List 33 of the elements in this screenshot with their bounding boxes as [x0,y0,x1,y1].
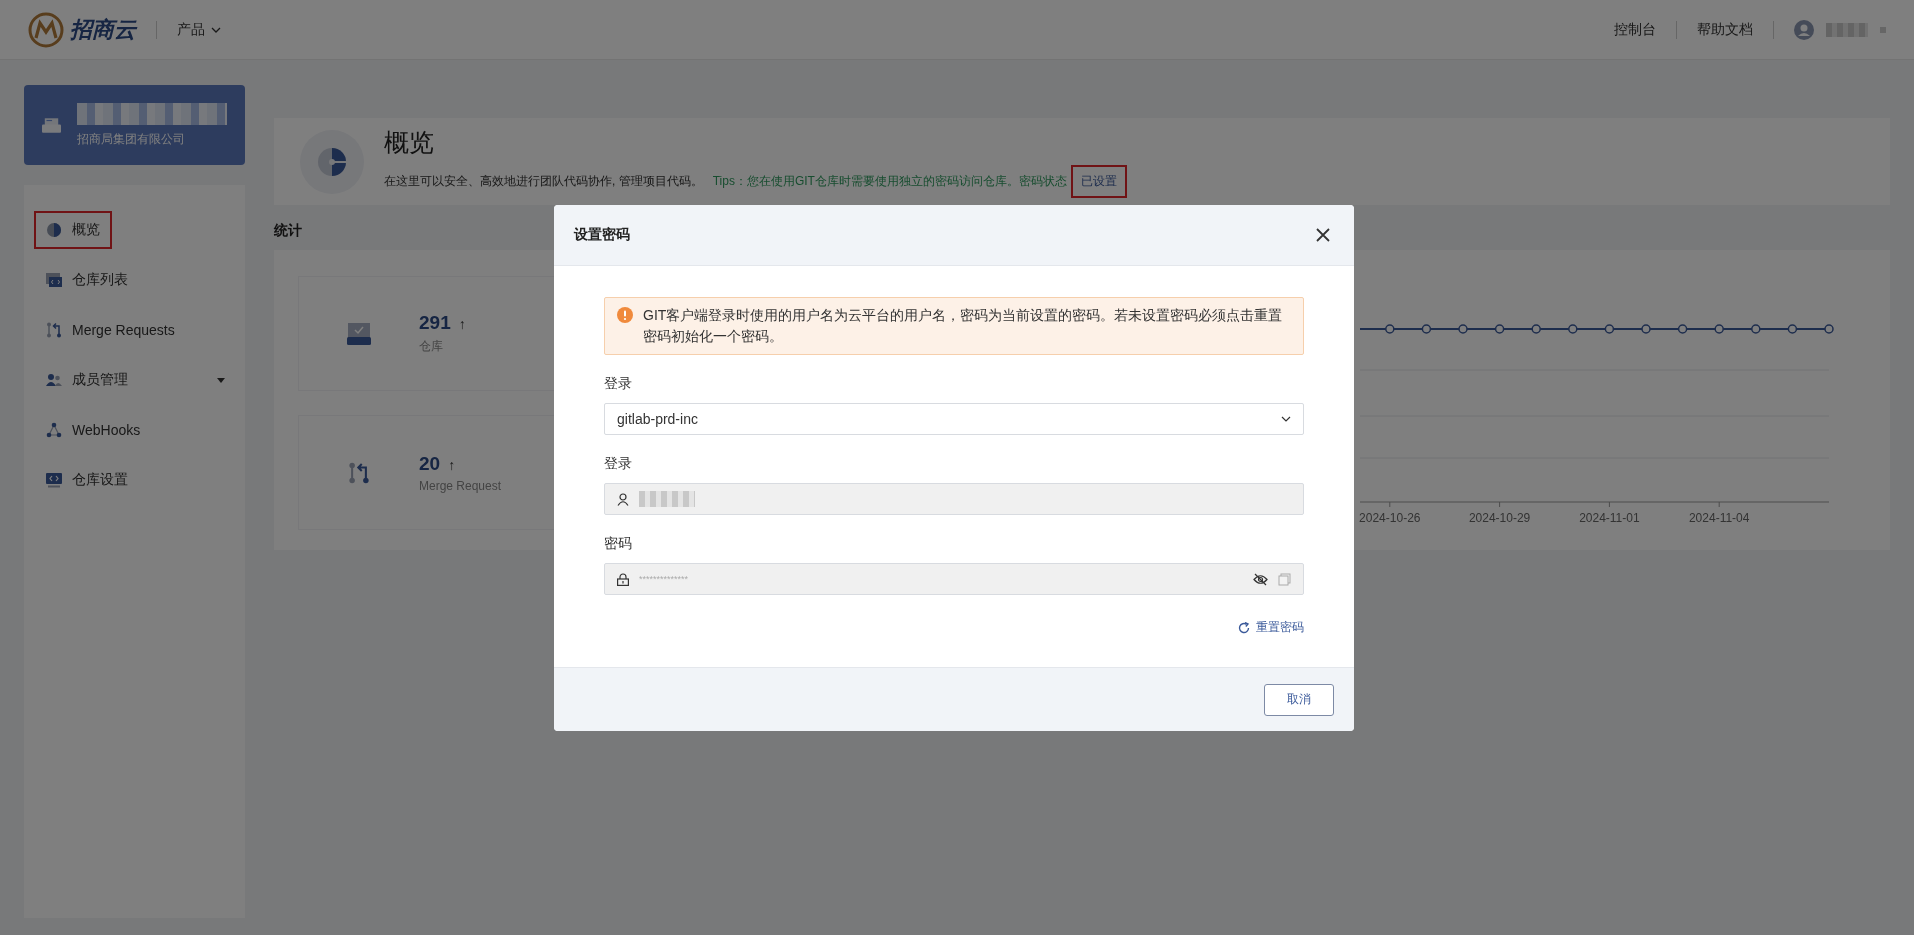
stat-label: Merge Request [419,478,502,493]
sidebar-item[interactable]: 概览 [34,211,112,249]
axis-label: 2024-10-29 [1468,511,1531,525]
sidebar-item[interactable]: 成员管理 [34,361,140,399]
stat-value: 291 [419,312,451,334]
field-label: 登录 [604,375,633,393]
field-label: 登录 [604,455,633,473]
page-title: 概览 [384,126,435,158]
company-name: 招商局集团有限公司 [77,130,186,148]
sidebar-item[interactable]: Merge Requests [34,312,187,348]
tips-text: Tips：您在使用GIT仓库时需要使用独立的密码访问仓库。密码状态 [712,172,1067,190]
trend-arrow: ↑ [458,316,466,332]
password-status: 已设置 [1070,164,1127,198]
select-field[interactable]: gitlab-prd-inc [604,403,1304,435]
sidebar-item[interactable]: 仓库设置 [34,461,140,499]
cancel-button[interactable]: 取消 [1264,683,1334,716]
axis-label: 2024-11-01 [1579,511,1640,525]
axis-label: 2024-11-04 [1688,511,1750,525]
alert-text: GIT客户端登录时使用的用户名为云平台的用户名，密码为当前设置的密码。若未设置密码必须点击重置密码初始化一个密码。 [643,306,1284,346]
logo-text[interactable]: 招商云 [70,14,136,45]
section-title: 统计 [274,222,302,240]
product-menu[interactable]: 产品 [177,20,221,39]
header-link[interactable]: 帮助文档 [1697,20,1753,39]
page-description: 在这里可以安全、高效地进行团队代码协作, 管理项目代码。 [384,172,703,190]
sidebar-item[interactable]: 仓库列表 [34,261,140,299]
dialog-title: 设置密码 [574,226,630,244]
axis-label: 2024-10-26 [1359,511,1421,525]
sidebar-item[interactable]: WebHooks [34,412,153,448]
trend-arrow: ↑ [448,456,456,473]
header-link[interactable]: 控制台 [1614,20,1656,39]
reset-password-link[interactable]: 重置密码 [1238,619,1304,636]
field-label: 密码 [604,535,633,553]
stat-value: 20 [419,452,441,475]
